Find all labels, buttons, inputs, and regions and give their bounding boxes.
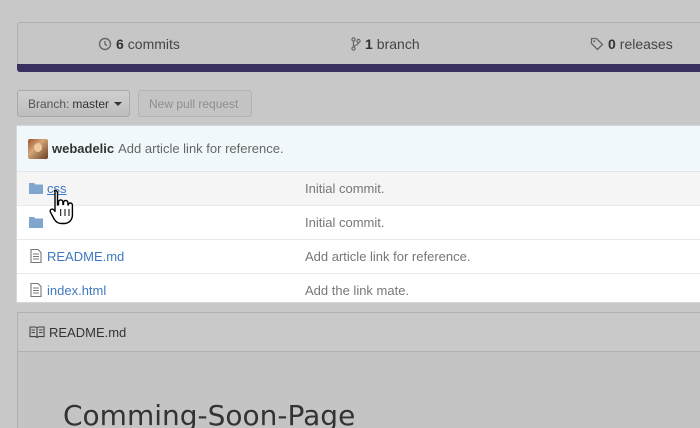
branches-label: branch <box>376 36 420 52</box>
readme-header: README.md <box>18 313 700 352</box>
commit-message[interactable]: Add article link for reference. <box>118 141 283 156</box>
file-name-link[interactable]: README.md <box>47 249 124 264</box>
branches-count: 1 <box>365 36 373 52</box>
history-icon <box>98 37 112 51</box>
new-pull-request-label: New pull request <box>149 96 239 111</box>
table-row: index.html Add the link mate. <box>17 274 700 307</box>
latest-commit-row: webadelic Add article link for reference… <box>17 126 700 172</box>
branch-value: master <box>72 96 110 111</box>
table-row: Initial commit. <box>17 206 700 240</box>
releases-link[interactable]: 0 releases <box>590 23 673 65</box>
tag-icon <box>590 37 604 51</box>
readme-panel: README.md Comming-Soon-Page <box>17 312 700 428</box>
table-row: README.md Add article link for reference… <box>17 240 700 274</box>
repository-page: 6 commits 1 branch 0 releases Branch: ma… <box>0 0 700 428</box>
file-commit-message[interactable]: Add the link mate. <box>305 283 409 298</box>
file-name-link[interactable]: index.html <box>47 283 106 298</box>
new-pull-request-button[interactable]: New pull request <box>138 90 252 117</box>
branches-link[interactable]: 1 branch <box>351 23 420 65</box>
folder-icon <box>28 181 44 195</box>
caret-down-icon <box>114 101 123 106</box>
commits-link[interactable]: 6 commits <box>98 23 180 65</box>
folder-icon <box>28 215 44 229</box>
branch-icon <box>351 37 361 51</box>
repo-summary-bar: 6 commits 1 branch 0 releases <box>17 22 700 64</box>
releases-count: 0 <box>608 36 616 52</box>
commits-count: 6 <box>116 36 124 52</box>
table-row: css Initial commit. <box>17 172 700 206</box>
file-commit-message[interactable]: Initial commit. <box>305 215 384 230</box>
readme-title: README.md <box>49 324 127 340</box>
book-icon <box>29 325 45 339</box>
branch-prefix: Branch: <box>28 96 70 111</box>
file-commit-message[interactable]: Initial commit. <box>305 181 384 196</box>
file-text-icon <box>28 282 44 298</box>
hand-pointer-cursor-icon <box>49 189 74 225</box>
file-text-icon <box>28 248 44 264</box>
language-bar[interactable] <box>17 64 700 72</box>
readme-heading: Comming-Soon-Page <box>63 399 356 428</box>
avatar[interactable] <box>28 138 48 159</box>
branch-select-button[interactable]: Branch: master <box>17 90 130 117</box>
releases-label: releases <box>619 36 673 52</box>
commits-label: commits <box>127 36 180 52</box>
file-table: webadelic Add article link for reference… <box>16 125 700 303</box>
commit-author[interactable]: webadelic <box>52 141 114 156</box>
file-commit-message[interactable]: Add article link for reference. <box>305 249 470 264</box>
